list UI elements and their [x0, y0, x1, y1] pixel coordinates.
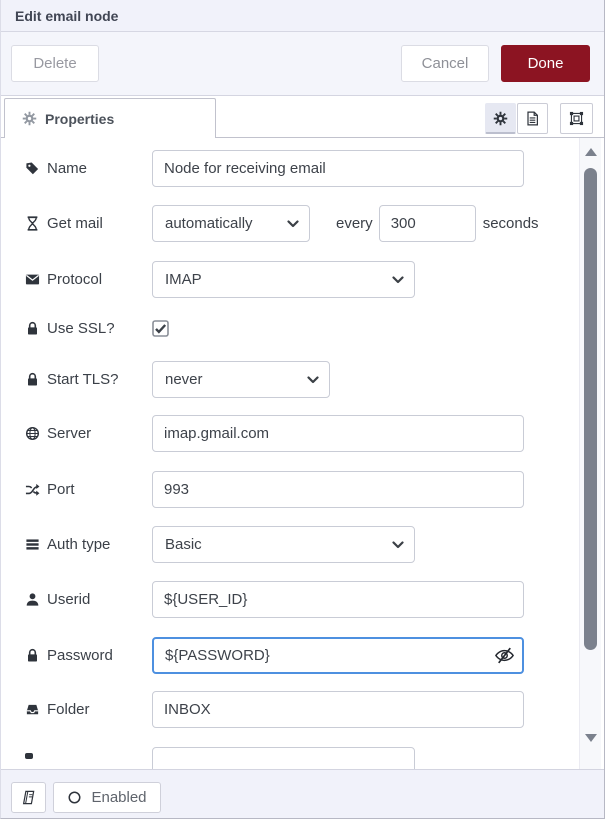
- form-row-server: Server: [1, 415, 566, 452]
- form-row-partial: [1, 747, 566, 769]
- get-mail-label: Get mail: [47, 215, 103, 232]
- folder-input[interactable]: [152, 691, 524, 728]
- scroll-down-arrow[interactable]: [585, 734, 597, 742]
- form-row-port: Port: [1, 471, 566, 508]
- form-row-use-ssl: Use SSL?: [1, 318, 566, 338]
- seconds-label: seconds: [483, 215, 539, 232]
- chevron-down-icon: [307, 376, 319, 384]
- eye-slash-icon: [494, 645, 515, 666]
- protocol-label: Protocol: [47, 271, 102, 288]
- form-row-protocol: Protocol IMAP: [1, 261, 566, 298]
- node-help-button[interactable]: [11, 782, 46, 813]
- name-input[interactable]: [152, 150, 524, 187]
- userid-label: Userid: [47, 591, 90, 608]
- cancel-button[interactable]: Cancel: [401, 45, 489, 82]
- password-input[interactable]: [152, 637, 524, 674]
- form-row-userid: Userid: [1, 581, 566, 618]
- folder-label: Folder: [47, 701, 90, 718]
- lock-icon: [25, 648, 40, 663]
- enabled-toggle-button[interactable]: Enabled: [53, 782, 161, 813]
- tab-properties-label: Properties: [45, 111, 114, 127]
- port-input[interactable]: [152, 471, 524, 508]
- field-icon: [25, 753, 33, 759]
- globe-icon: [25, 426, 40, 441]
- done-button[interactable]: Done: [501, 45, 590, 82]
- properties-view-button[interactable]: [485, 103, 516, 134]
- delete-button[interactable]: Delete: [11, 45, 99, 82]
- server-input[interactable]: [152, 415, 524, 452]
- interval-input[interactable]: [379, 205, 476, 242]
- name-label: Name: [47, 160, 87, 177]
- chevron-down-icon: [287, 220, 299, 228]
- appearance-view-button[interactable]: [560, 103, 593, 134]
- gear-icon: [493, 111, 508, 126]
- tab-bar: Properties: [1, 96, 604, 138]
- tag-icon: [25, 161, 40, 176]
- properties-form: Name Get mail automatically every second…: [1, 138, 604, 769]
- dialog-header: Edit email node: [1, 0, 604, 32]
- shuffle-icon: [25, 482, 40, 497]
- form-row-get-mail: Get mail automatically every seconds: [1, 205, 566, 242]
- chevron-down-icon: [392, 276, 404, 284]
- object-group-icon: [569, 111, 584, 126]
- hourglass-icon: [25, 216, 40, 231]
- user-icon: [25, 592, 40, 607]
- get-mail-select[interactable]: automatically: [152, 205, 310, 242]
- action-bar: Delete Cancel Done: [1, 32, 604, 96]
- use-ssl-label: Use SSL?: [47, 320, 115, 337]
- form-row-name: Name: [1, 150, 566, 187]
- password-label: Password: [47, 647, 113, 664]
- description-view-button[interactable]: [517, 103, 548, 134]
- auth-type-select[interactable]: Basic: [152, 526, 415, 563]
- auth-type-label: Auth type: [47, 536, 110, 553]
- dialog-panel: Edit email node Delete Cancel Done Prope…: [0, 0, 605, 819]
- use-ssl-checkbox[interactable]: [152, 320, 169, 337]
- toggle-password-visibility-button[interactable]: [494, 645, 515, 666]
- form-row-auth-type: Auth type Basic: [1, 526, 566, 563]
- chevron-down-icon: [392, 541, 404, 549]
- inbox-icon: [25, 702, 40, 717]
- scrollbar-thumb[interactable]: [584, 168, 597, 650]
- dialog-title: Edit email node: [15, 8, 118, 24]
- book-icon: [21, 790, 36, 805]
- vertical-scrollbar: [579, 138, 601, 769]
- form-row-password: Password: [1, 637, 566, 674]
- lock-icon: [25, 372, 40, 387]
- form-row-start-tls: Start TLS? never: [1, 361, 566, 398]
- server-label: Server: [47, 425, 91, 442]
- start-tls-select[interactable]: never: [152, 361, 330, 398]
- port-label: Port: [47, 481, 75, 498]
- scroll-up-arrow[interactable]: [585, 148, 597, 156]
- every-label: every: [336, 215, 373, 232]
- gear-icon: [22, 111, 37, 126]
- file-text-icon: [525, 111, 540, 126]
- edit-email-node-dialog: Edit email node Delete Cancel Done Prope…: [0, 0, 608, 820]
- circle-icon: [67, 790, 82, 805]
- protocol-select[interactable]: IMAP: [152, 261, 415, 298]
- tab-properties[interactable]: Properties: [4, 98, 216, 138]
- footer-bar: Enabled: [1, 769, 604, 818]
- envelope-icon: [25, 272, 40, 287]
- userid-input[interactable]: [152, 581, 524, 618]
- list-icon: [25, 537, 40, 552]
- form-row-folder: Folder: [1, 691, 566, 728]
- lock-icon: [25, 321, 40, 336]
- start-tls-label: Start TLS?: [47, 371, 118, 388]
- enabled-label: Enabled: [91, 789, 146, 806]
- partial-select[interactable]: [152, 747, 415, 769]
